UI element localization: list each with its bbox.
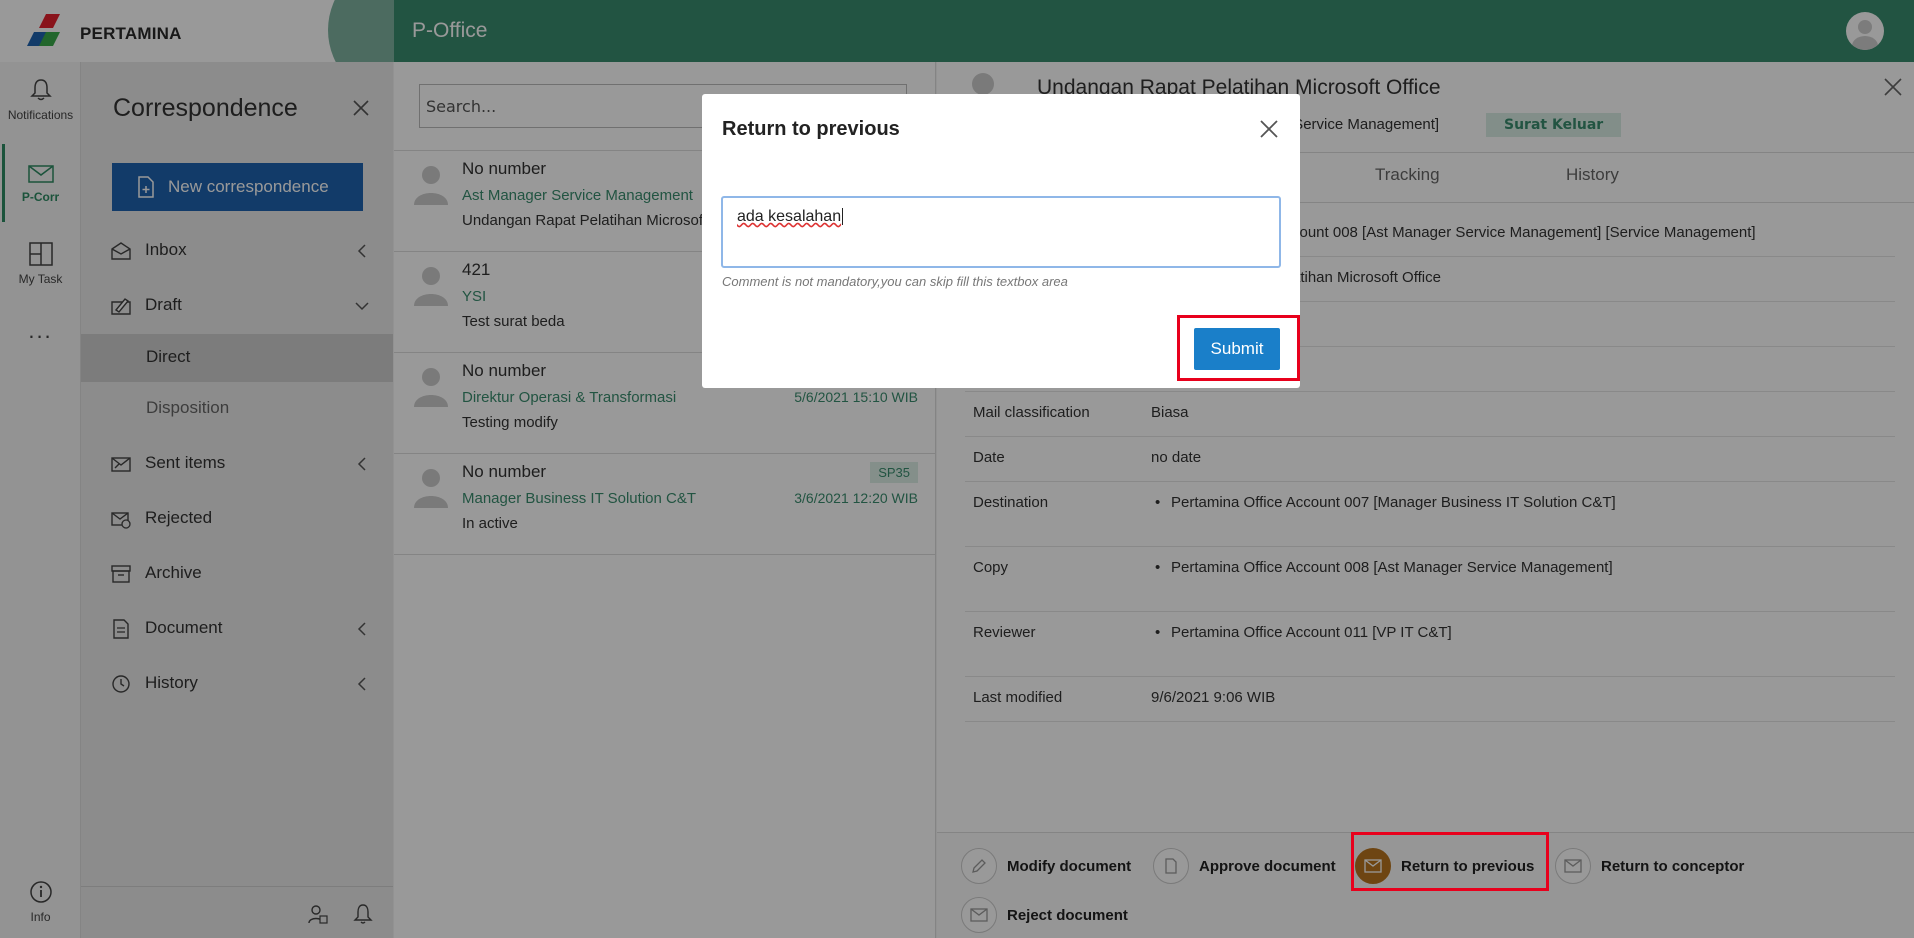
- dialog-title: Return to previous: [722, 118, 900, 140]
- highlight-return-to-previous: [1351, 832, 1549, 891]
- comment-textarea[interactable]: ada kesalahan: [721, 196, 1281, 268]
- comment-value: ada kesalahan: [737, 208, 842, 225]
- highlight-submit: [1177, 315, 1300, 381]
- comment-hint: Comment is not mandatory,you can skip fi…: [722, 274, 1068, 289]
- close-icon[interactable]: [1258, 118, 1280, 140]
- text-cursor: [842, 208, 844, 225]
